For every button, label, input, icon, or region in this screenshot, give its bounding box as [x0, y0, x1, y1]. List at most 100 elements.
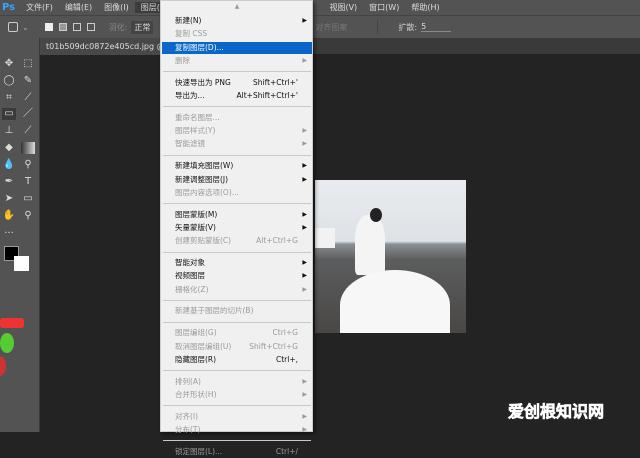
menu-item-shortcut: Ctrl+, [275, 354, 298, 364]
canvas-image[interactable] [315, 180, 466, 333]
submenu-arrow-icon: ▶ [302, 127, 307, 135]
ps-logo: Ps [2, 2, 16, 13]
pattern-label: 对齐图案 [315, 22, 348, 32]
subtract-selection-icon[interactable] [72, 23, 81, 31]
background-color[interactable] [14, 256, 29, 271]
menu-item-label: 新建(N) [175, 16, 202, 25]
quick-select-icon[interactable]: ✎ [21, 75, 35, 87]
submenu-arrow-icon: ▶ [302, 175, 307, 183]
menu-item-label: 分布(T) [175, 425, 201, 434]
menu-separator [163, 321, 311, 323]
menu-item-label: 新建基于图层的切片(B) [175, 306, 254, 316]
menu-separator [163, 71, 311, 73]
menu-item[interactable]: 隐藏图层(R) Ctrl+, [162, 354, 312, 366]
menu-item: 对齐(I) ▶ [162, 411, 312, 423]
menu-edit[interactable]: 编辑(E) [59, 2, 98, 13]
submenu-arrow-icon: ▶ [302, 272, 307, 280]
menu-item-label: 排列(A) [175, 376, 201, 386]
type-tool-icon[interactable]: T [21, 176, 35, 188]
lasso-tool-icon[interactable]: ◯ [2, 75, 16, 87]
move-tool-icon[interactable]: ✥ [2, 58, 16, 70]
dodge-tool-icon[interactable]: ⚲ [21, 159, 35, 171]
eraser-tool-icon[interactable]: ◆ [2, 142, 16, 154]
submenu-arrow-icon: ▶ [302, 285, 307, 293]
intersect-selection-icon[interactable] [86, 23, 95, 31]
new-selection-icon[interactable] [44, 23, 53, 31]
blur-tool-icon[interactable]: 💧 [2, 159, 16, 171]
document-tab[interactable]: t01b509dc0872e405cd.jpg @ 100% [40, 38, 165, 55]
menu-image[interactable]: 图像(I) [98, 2, 135, 13]
menu-bar: Ps 文件(F) 编辑(E) 图像(I) 图层(L) 视图(V) 窗口(W) 帮… [0, 0, 640, 15]
menu-file[interactable]: 文件(F) [20, 2, 59, 13]
menu-item: 智能滤镜 ▶ [162, 138, 312, 150]
history-brush-icon[interactable]: ⟋ [21, 125, 35, 137]
gradient-tool-icon[interactable] [21, 142, 35, 154]
menu-item-shortcut: Shift+Ctrl+' [252, 77, 298, 87]
menu-separator [163, 440, 311, 442]
menu-item-label: 导出为... [175, 91, 205, 100]
menu-item-shortcut: Shift+Ctrl+G [249, 341, 298, 351]
submenu-arrow-icon: ▶ [302, 17, 307, 24]
menu-item[interactable]: 矢量蒙版(V) ▶ [162, 222, 312, 234]
pen-tool-icon[interactable]: ✒ [2, 176, 16, 188]
menu-item[interactable]: 视频图层 ▶ [162, 270, 312, 282]
hand-tool-icon[interactable]: ✋ [2, 210, 16, 222]
menu-window[interactable]: 窗口(W) [363, 2, 405, 13]
menu-help[interactable]: 帮助(H) [405, 2, 445, 13]
menu-item-label: 图层内容选项(O)... [175, 187, 239, 197]
menu-item-label: 复制 CSS [175, 29, 208, 39]
menu-item: 取消图层编组(U) Shift+Ctrl+G [162, 341, 312, 353]
menu-item[interactable]: 新建填充图层(W) ▶ [162, 160, 312, 172]
path-select-icon[interactable]: ➤ [2, 193, 16, 205]
zoom-tool-icon[interactable]: ⚲ [21, 210, 35, 222]
style-select[interactable]: 正常 [131, 20, 154, 34]
menu-item-label: 隐藏图层(R) [175, 354, 217, 364]
menu-item[interactable]: 智能对象 ▶ [162, 257, 312, 269]
rectangle-tool-icon[interactable]: ▭ [21, 193, 35, 205]
marquee-tool-icon[interactable]: ⬚ [21, 58, 35, 70]
menu-separator [163, 251, 311, 253]
watermark: 爱创根知识网 [508, 402, 605, 422]
brush-tool-icon[interactable]: ／ [21, 108, 35, 120]
eyedropper-icon[interactable]: ⟋ [21, 92, 35, 104]
menu-item-label: 复制图层(D)... [175, 42, 224, 52]
menu-item[interactable]: 新建调整图层(J) ▶ [162, 174, 312, 186]
menu-separator [163, 106, 311, 108]
crop-tool-icon[interactable]: ⌗ [2, 92, 16, 104]
menu-item[interactable]: 新建(N) ▶ [162, 15, 312, 27]
patch-tool-icon[interactable]: ▭ [2, 108, 16, 120]
menu-separator [163, 405, 311, 407]
add-selection-icon[interactable] [58, 23, 67, 31]
menu-item-label: 矢量蒙版(V) [175, 222, 216, 232]
menu-item[interactable]: 复制图层(D)... [162, 41, 312, 54]
spread-select[interactable]: 5 [421, 22, 452, 32]
menu-scroll-up[interactable]: ▲ [162, 1, 312, 13]
menu-item-label: 新建调整图层(J) [175, 174, 229, 184]
ad-badge [0, 318, 24, 328]
submenu-arrow-icon: ▶ [302, 259, 307, 266]
menu-item[interactable]: 导出为... Alt+Shift+Ctrl+' [162, 90, 312, 102]
menu-item-label: 对齐(I) [175, 411, 199, 421]
menu-item-shortcut: Alt+Ctrl+G [256, 236, 298, 246]
menu-item: 锁定图层(L)... Ctrl+/ [162, 446, 312, 458]
more-tools-icon[interactable]: ··· [2, 228, 16, 240]
layer-menu-dropdown: ▲ 新建(N) ▶ 复制 CSS 复制图层(D)... 删除 ▶ 快速导出为 PNG Shif… [160, 0, 313, 456]
menu-item-label: 删除 [175, 55, 190, 65]
submenu-arrow-icon: ▶ [302, 390, 307, 398]
chevron-down-icon[interactable]: ⌄ [22, 23, 29, 32]
menu-item[interactable]: 快速导出为 PNG Shift+Ctrl+' [162, 77, 312, 89]
menu-item[interactable]: 图层蒙版(M) ▶ [162, 209, 312, 221]
marquee-preset-icon[interactable] [8, 22, 18, 32]
menu-item-shortcut: Alt+Shift+Ctrl+' [236, 91, 298, 100]
menu-separator [163, 370, 311, 372]
menu-view[interactable]: 视图(V) [323, 2, 363, 13]
menu-item-label: 创建剪贴蒙版(C) [175, 236, 232, 246]
menu-item-label: 重命名图层... [175, 112, 220, 122]
spread-label: 扩散: [398, 22, 418, 32]
menu-item: 重命名图层... [162, 112, 312, 124]
stamp-tool-icon[interactable]: ⊥ [2, 125, 16, 137]
menu-item: 删除 ▶ [162, 55, 312, 67]
submenu-arrow-icon: ▶ [302, 162, 307, 170]
menu-item-shortcut: Ctrl+G [272, 328, 298, 338]
options-bar: ⌄ 羽化: 正常 对齐图案 扩散: 5 [0, 15, 640, 38]
